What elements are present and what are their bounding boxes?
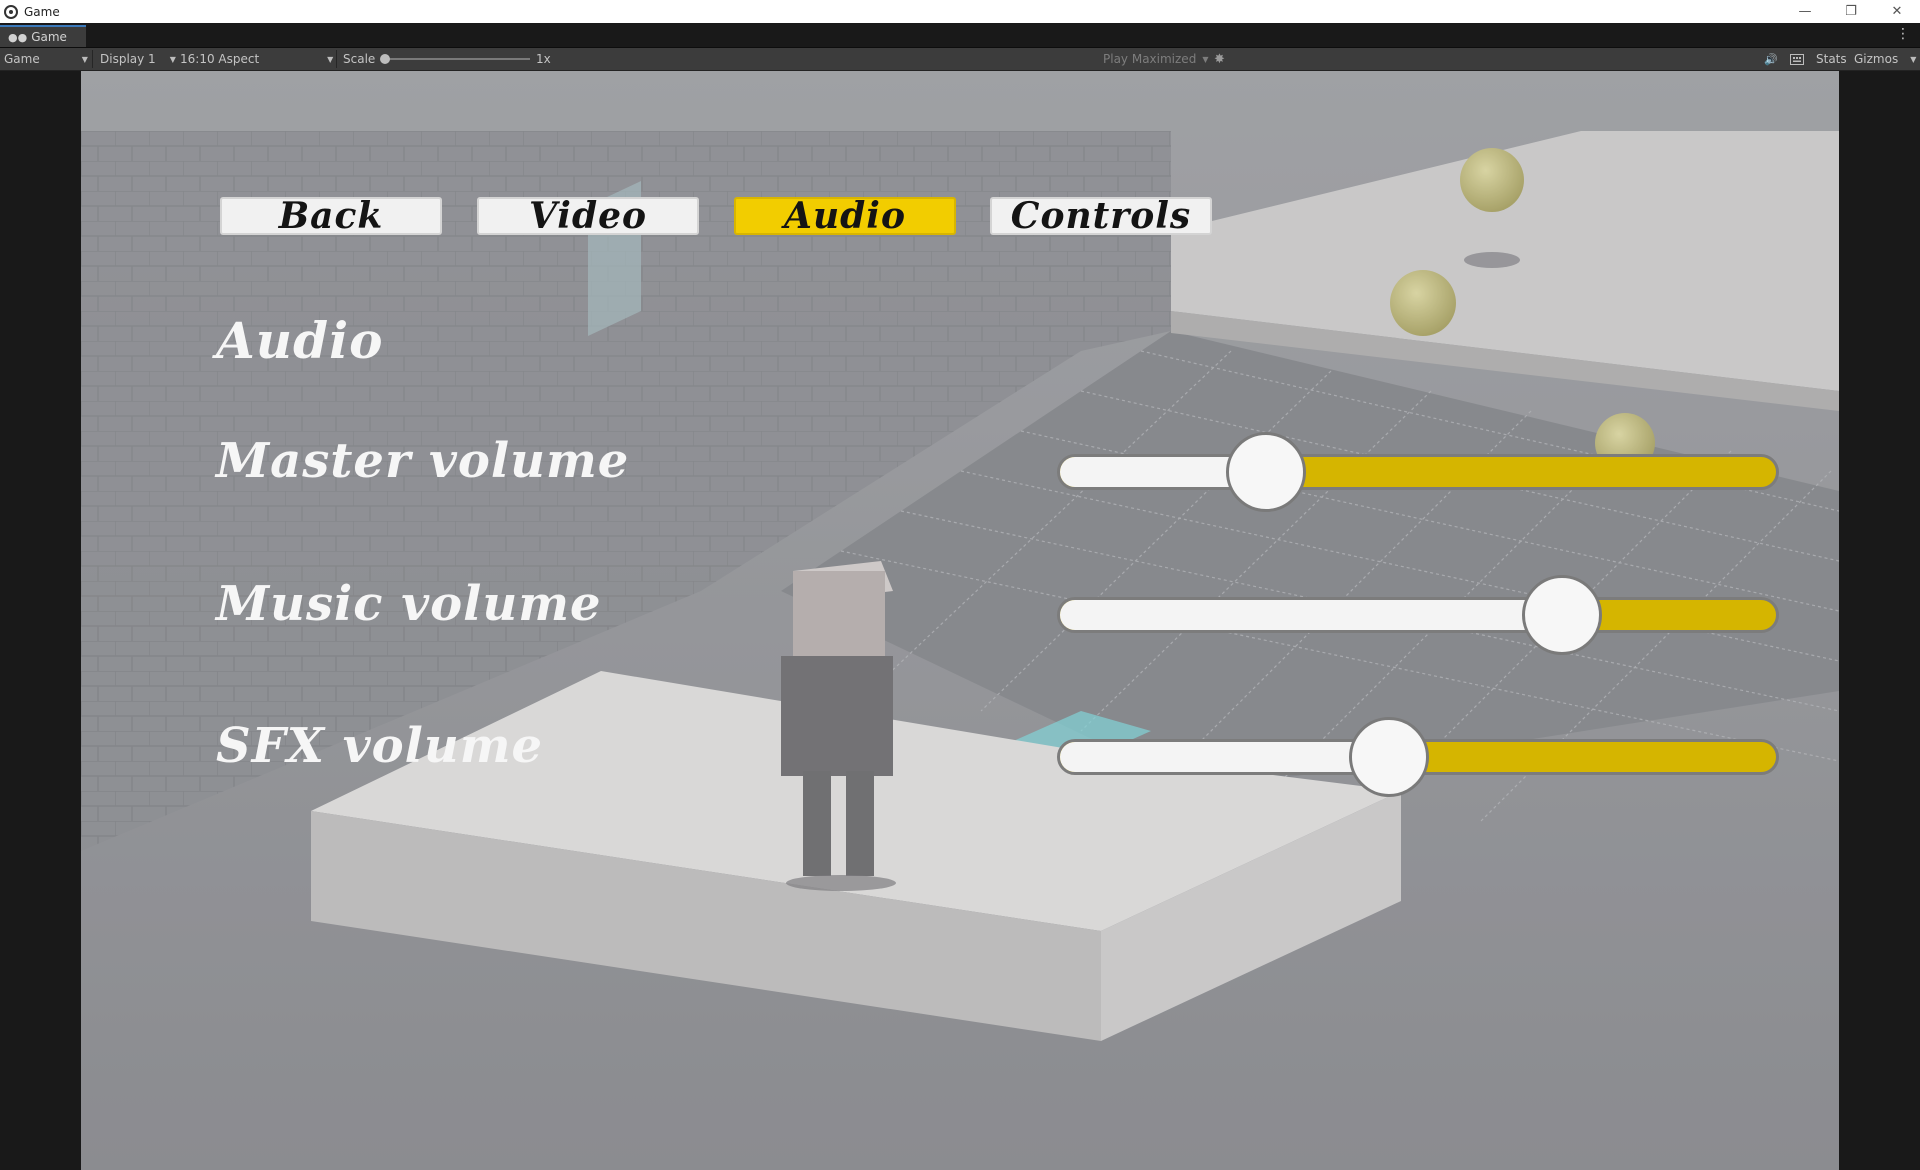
- scale-label: Scale: [343, 52, 376, 66]
- scale-slider-track[interactable]: [385, 58, 530, 60]
- restore-button[interactable]: ❐: [1828, 0, 1874, 23]
- audio-mute-icon[interactable]: 🔊: [1764, 51, 1778, 67]
- chevron-down-icon: ▼: [169, 54, 176, 64]
- sfx-volume-slider[interactable]: [1057, 717, 1779, 797]
- audio-tab-button[interactable]: Audio: [734, 195, 956, 237]
- tab-game[interactable]: ●● Game: [0, 25, 86, 47]
- display-dropdown[interactable]: Display 1 ▼: [100, 51, 176, 67]
- play-mode-dropdown[interactable]: Play Maximized ▼: [1103, 51, 1208, 67]
- minimize-button[interactable]: —: [1782, 0, 1828, 23]
- window-titlebar: Game — ❐ ✕: [0, 0, 1920, 23]
- window-controls: — ❐ ✕: [1782, 0, 1920, 23]
- bug-icon[interactable]: ✸: [1214, 51, 1225, 67]
- game-view: Back Video Audio Controls Audio Master v…: [81, 71, 1839, 1170]
- slider-track[interactable]: [1057, 597, 1779, 633]
- chevron-down-icon: ▼: [81, 54, 88, 64]
- slider-handle[interactable]: [1226, 432, 1306, 512]
- controls-tab-button[interactable]: Controls: [990, 195, 1212, 237]
- gamepad-icon: ●●: [8, 30, 28, 44]
- toolbar-divider: [92, 50, 93, 68]
- chevron-down-icon: ▼: [1202, 54, 1209, 64]
- audio-tab-label: Audio: [784, 195, 906, 237]
- master-volume-label: Master volume: [216, 433, 630, 489]
- settings-menu: Back Video Audio Controls Audio Master v…: [81, 71, 1839, 1170]
- slider-track[interactable]: [1057, 454, 1779, 490]
- aspect-dropdown[interactable]: 16:10 Aspect ▼: [180, 51, 333, 67]
- close-button[interactable]: ✕: [1874, 0, 1920, 23]
- tab-label: Game: [31, 30, 67, 44]
- chevron-down-icon: ▼: [327, 54, 334, 64]
- toolbar-divider: [336, 50, 337, 68]
- video-tab-button[interactable]: Video: [477, 195, 699, 237]
- slider-fill: [1060, 600, 1565, 630]
- scale-value: 1x: [536, 52, 551, 66]
- slider-handle[interactable]: [1349, 717, 1429, 797]
- stats-toggle[interactable]: Stats: [1816, 51, 1847, 67]
- back-button[interactable]: Back: [220, 195, 442, 237]
- controls-tab-label: Controls: [1010, 195, 1192, 237]
- more-options-icon[interactable]: ⋮: [1896, 27, 1910, 41]
- tab-strip: ●● Game ⋮: [0, 23, 1920, 48]
- sfx-volume-label: SFX volume: [216, 718, 544, 774]
- back-button-label: Back: [278, 195, 384, 237]
- play-mode-label: Play Maximized: [1103, 52, 1197, 66]
- video-tab-label: Video: [528, 195, 648, 237]
- section-heading: Audio: [216, 311, 384, 370]
- window-title: Game: [24, 4, 60, 19]
- scale-slider-thumb[interactable]: [380, 54, 390, 64]
- display-label: Display 1: [100, 52, 156, 66]
- game-view-toolbar: Game ▼ Display 1 ▼ 16:10 Aspect ▼ Scale …: [0, 48, 1920, 71]
- gizmos-label: Gizmos: [1854, 52, 1899, 66]
- slider-handle[interactable]: [1522, 575, 1602, 655]
- master-volume-slider[interactable]: [1057, 432, 1779, 512]
- aspect-label: 16:10 Aspect: [180, 52, 260, 66]
- view-mode-dropdown[interactable]: Game ▼: [4, 51, 88, 67]
- slider-fill: [1060, 742, 1392, 772]
- view-mode-label: Game: [4, 52, 40, 66]
- unity-logo-icon: [4, 4, 18, 19]
- chevron-down-icon: ▼: [1910, 54, 1917, 64]
- music-volume-slider[interactable]: [1057, 575, 1779, 655]
- gizmos-dropdown[interactable]: Gizmos ▼: [1854, 51, 1916, 67]
- music-volume-label: Music volume: [216, 576, 602, 632]
- keyboard-shortcuts-icon[interactable]: [1790, 51, 1804, 67]
